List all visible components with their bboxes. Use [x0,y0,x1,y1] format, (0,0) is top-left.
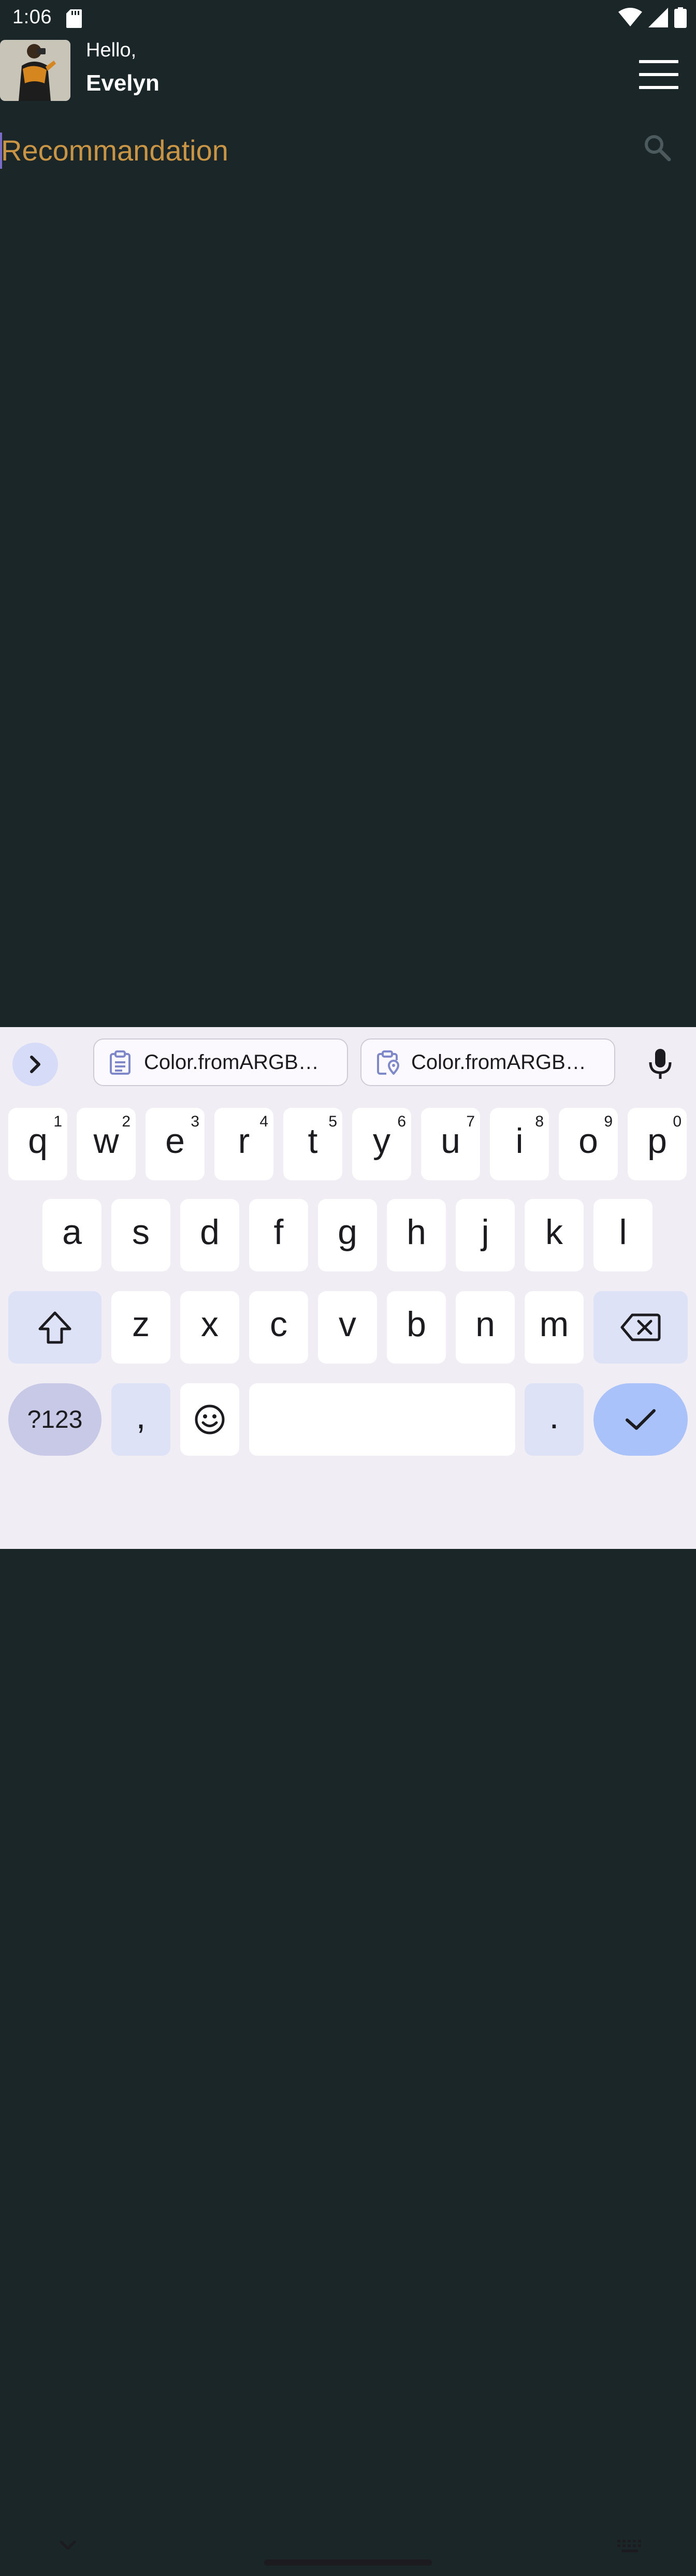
keyboard-switch-icon[interactable] [615,2536,644,2556]
greeting-text: Hello, [86,39,137,61]
key-o[interactable]: o9 [559,1108,618,1180]
key-q[interactable]: q1 [8,1108,67,1180]
search-input[interactable]: Recommandation [0,129,696,171]
comma-key[interactable]: , [111,1383,170,1456]
menu-line [639,60,678,63]
avatar-image [0,40,70,101]
emoji-key[interactable] [180,1383,239,1456]
search-input-value: Recommandation [1,134,228,167]
key-y[interactable]: y6 [352,1108,411,1180]
clipboard-suggestion-text: Color.fromARGB… [411,1050,586,1074]
period-key[interactable]: . [525,1383,584,1456]
key-c[interactable]: c [249,1291,308,1364]
key-e[interactable]: e3 [146,1108,205,1180]
key-i[interactable]: i8 [490,1108,549,1180]
symbols-key[interactable]: ?123 [8,1383,102,1456]
menu-line [639,86,678,89]
cell-signal-icon [648,8,668,27]
key-v[interactable]: v [318,1291,377,1364]
key-h[interactable]: h [387,1199,446,1271]
backspace-key[interactable] [593,1291,688,1364]
battery-icon [674,7,687,28]
home-gesture-handle[interactable] [264,2559,432,2566]
menu-line [639,73,678,76]
search-icon[interactable] [642,133,672,163]
key-k[interactable]: k [525,1199,584,1271]
key-f[interactable]: f [249,1199,308,1271]
wifi-icon [618,8,642,26]
key-z[interactable]: z [111,1291,170,1364]
key-t[interactable]: t5 [283,1108,342,1180]
status-time: 1:06 [12,6,52,28]
enter-key[interactable] [593,1383,688,1456]
shift-icon [38,1311,71,1344]
period-key-label: . [549,1397,559,1436]
key-l[interactable]: l [593,1199,653,1271]
chevron-right-icon [30,1056,40,1073]
key-n[interactable]: n [456,1291,515,1364]
expand-toolbar-button[interactable] [12,1043,58,1086]
clipboard-location-icon [377,1050,400,1075]
key-d[interactable]: d [180,1199,239,1271]
space-key[interactable] [249,1383,515,1456]
clipboard-suggestion-2[interactable]: Color.fromARGB… [360,1038,615,1086]
backspace-icon [620,1313,661,1341]
key-m[interactable]: m [525,1291,584,1364]
clipboard-icon [110,1050,130,1075]
user-name: Evelyn [86,70,160,96]
shift-key[interactable] [8,1291,102,1364]
navigation-bar [0,2522,696,2576]
status-bar: 1:06 [0,0,696,36]
emoji-icon [195,1404,225,1435]
key-w[interactable]: w2 [77,1108,136,1180]
suggestion-bar: Color.fromARGB… Color.fromARGB… [0,1027,696,1093]
key-x[interactable]: x [180,1291,239,1364]
key-u[interactable]: u7 [421,1108,480,1180]
comma-key-label: , [136,1397,146,1436]
symbols-key-label: ?123 [27,1406,83,1433]
key-r[interactable]: r4 [214,1108,273,1180]
key-s[interactable]: s [111,1199,170,1271]
key-p[interactable]: p0 [628,1108,687,1180]
user-avatar[interactable] [0,40,70,101]
microphone-icon[interactable] [642,1046,678,1082]
key-a[interactable]: a [42,1199,102,1271]
sd-card-icon [66,9,82,28]
key-b[interactable]: b [387,1291,446,1364]
mic-glyph [649,1049,672,1079]
key-j[interactable]: j [456,1199,515,1271]
chevron-down-icon[interactable] [54,2536,82,2556]
key-g[interactable]: g [318,1199,377,1271]
soft-keyboard: Color.fromARGB… Color.fromARGB… q1 w2 e3… [0,1027,696,2566]
clipboard-suggestion-text: Color.fromARGB… [144,1050,319,1074]
hamburger-menu-icon[interactable] [636,58,682,91]
checkmark-icon [626,1409,656,1430]
clipboard-suggestion-1[interactable]: Color.fromARGB… [93,1038,348,1086]
